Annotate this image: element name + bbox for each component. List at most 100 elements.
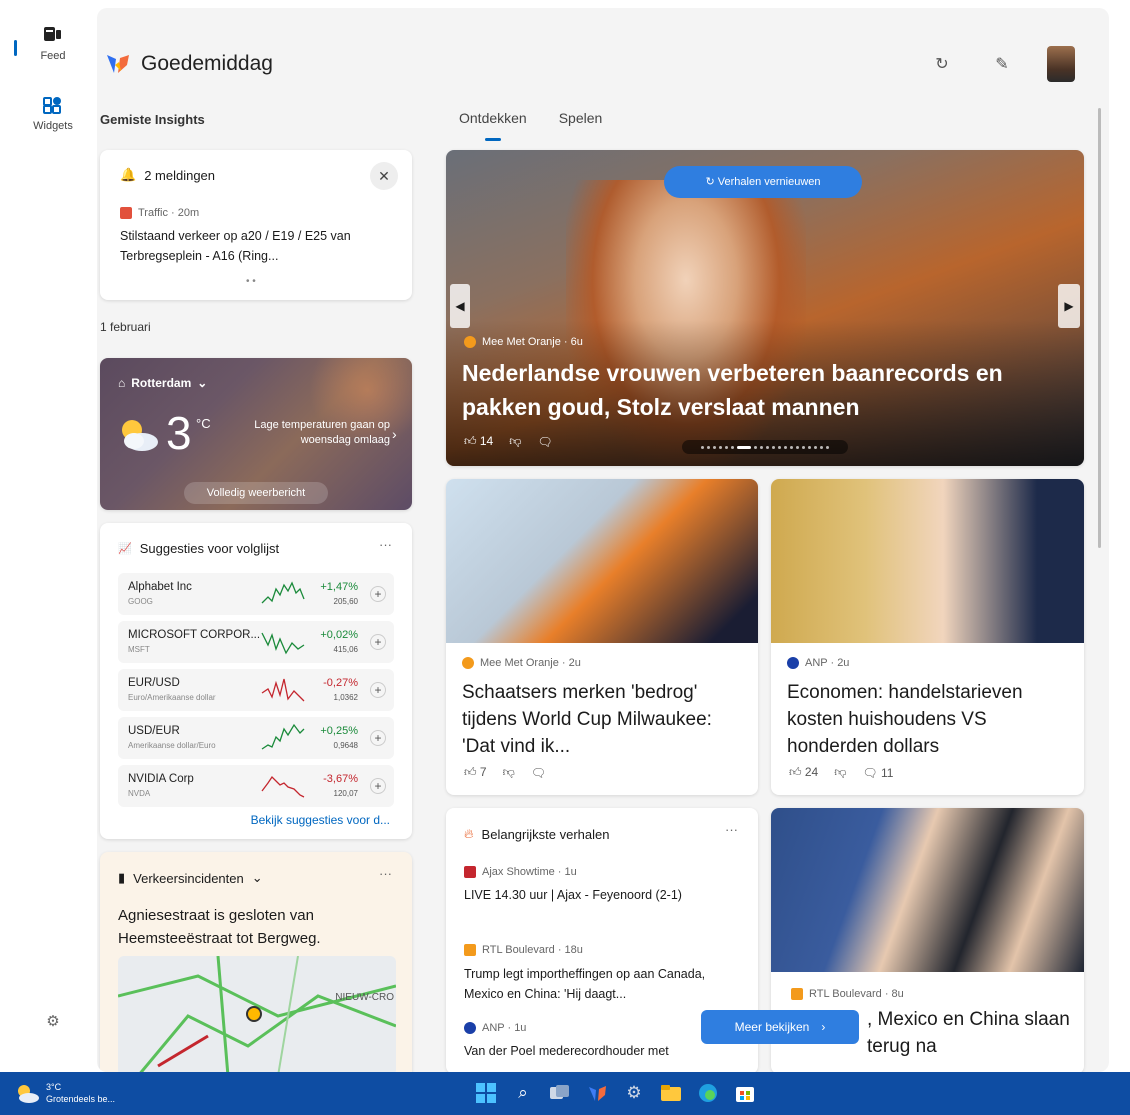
source-logo-icon — [462, 657, 474, 669]
carousel-dot[interactable] — [701, 445, 704, 449]
carousel-dot[interactable] — [802, 445, 805, 449]
store-button[interactable] — [733, 1081, 757, 1105]
carousel-dot[interactable] — [814, 445, 817, 449]
chevron-left-icon: ◀ — [455, 299, 465, 313]
stock-row[interactable]: NVIDIA Corp NVDA -3,67% 120,07 + — [118, 765, 394, 807]
carousel-prev-button[interactable]: ◀ — [450, 284, 470, 328]
traffic-text: Agniesestraat is gesloten van Heemsteeës… — [118, 907, 321, 947]
hero-title[interactable]: Nederlandse vrouwen verbeteren baanrecor… — [462, 356, 1062, 424]
carousel-dot[interactable] — [731, 445, 734, 449]
traffic-card[interactable]: ▮ Verkeersincidenten ⌄ ··· Agniesestraat… — [100, 852, 412, 1072]
widgets-taskbar-button[interactable] — [585, 1081, 609, 1105]
traffic-map[interactable]: NIEUW-CRO — [118, 956, 396, 1072]
like-button[interactable]: 👍︎ 24 — [789, 765, 818, 780]
carousel-dot[interactable] — [790, 445, 793, 449]
watchlist-link[interactable]: Bekijk suggesties voor d... — [251, 813, 390, 827]
settings-button[interactable]: ⚙ — [28, 1012, 78, 1030]
dislike-button[interactable]: 👎︎ — [509, 434, 521, 449]
comment-icon: 🗨︎ — [537, 434, 553, 449]
refresh-button[interactable]: ↻ — [927, 49, 957, 79]
rail-widgets[interactable]: Widgets — [28, 96, 78, 132]
top-stories-more-button[interactable]: ··· — [725, 822, 738, 837]
stock-row[interactable]: Alphabet Inc GOOG +1,47% 205,60 + — [118, 573, 394, 615]
plus-icon: + — [374, 779, 382, 793]
carousel-dot[interactable] — [754, 445, 757, 449]
carousel-dot[interactable] — [707, 445, 710, 449]
carousel-dot[interactable] — [796, 445, 799, 449]
like-button[interactable]: 👍︎ 7 — [464, 765, 487, 780]
dislike-button[interactable]: 👎︎ — [834, 765, 846, 780]
more-button[interactable]: Meer bekijken › — [701, 1010, 859, 1044]
watchlist-more-button[interactable]: ··· — [379, 537, 392, 552]
add-to-watchlist-button[interactable]: + — [370, 730, 386, 746]
avatar[interactable] — [1047, 46, 1075, 82]
story-item[interactable]: Ajax Showtime · 1u LIVE 14.30 uur | Ajax… — [464, 866, 744, 904]
hero-card[interactable]: ↻ Verhalen vernieuwen ◀ ▶ Mee Met Oranje… — [446, 150, 1084, 466]
comment-icon: 🗨︎ — [862, 765, 881, 780]
news-card-1[interactable]: Mee Met Oranje · 2u Schaatsers merken 'b… — [446, 479, 758, 795]
stock-name: MICROSOFT CORPOR... — [128, 629, 261, 641]
stock-row[interactable]: MICROSOFT CORPOR... MSFT +0,02% 415,06 + — [118, 621, 394, 663]
comment-button[interactable]: 🗨︎ 11 — [862, 766, 893, 780]
news-card-2[interactable]: ANP · 2u Economen: handelstarieven koste… — [771, 479, 1084, 795]
add-to-watchlist-button[interactable]: + — [370, 682, 386, 698]
carousel-dot[interactable] — [766, 445, 769, 449]
task-view-button[interactable] — [548, 1081, 572, 1105]
close-button[interactable]: ✕ — [370, 162, 398, 190]
stock-ticker: Euro/Amerikaanse dollar — [128, 693, 216, 702]
settings-taskbar-button[interactable]: ⚙ — [622, 1081, 646, 1105]
card3-source: RTL Boulevard · 8u — [809, 988, 904, 1000]
refresh-stories-button[interactable]: ↻ Verhalen vernieuwen — [664, 166, 862, 198]
dislike-button[interactable]: 👎︎ — [503, 765, 515, 780]
traffic-more-button[interactable]: ··· — [379, 866, 392, 881]
weather-forecast: Lage temperaturen gaan op woensdag omlaa… — [254, 419, 390, 446]
add-to-watchlist-button[interactable]: + — [370, 586, 386, 602]
notifications-card[interactable]: 🔔 2 meldingen ✕ Traffic · 20m Stilstaand… — [100, 150, 412, 300]
edge-button[interactable] — [696, 1081, 720, 1105]
story-item[interactable]: RTL Boulevard · 18u Trump legt importhef… — [464, 944, 744, 1004]
tab-ontdekken[interactable]: Ontdekken — [459, 110, 527, 126]
carousel-dot[interactable] — [772, 445, 775, 449]
comment-button[interactable]: 🗨︎ — [531, 766, 546, 780]
explorer-button[interactable] — [659, 1081, 683, 1105]
scrollbar[interactable] — [1098, 108, 1101, 548]
taskbar-condition: Grotendeels be... — [46, 1094, 116, 1104]
full-forecast-button[interactable]: Volledig weerbericht — [184, 482, 328, 504]
stock-row[interactable]: EUR/USD Euro/Amerikaanse dollar -0,27% 1,03… — [118, 669, 394, 711]
chevron-right-icon: › — [392, 426, 397, 442]
carousel-dot[interactable] — [808, 445, 811, 449]
tab-spelen[interactable]: Spelen — [559, 110, 603, 126]
carousel-dot[interactable] — [760, 445, 763, 449]
story-text: Trump legt importheffingen op aan Canada… — [464, 967, 706, 1001]
carousel-dot[interactable] — [719, 445, 722, 449]
weather-location[interactable]: ⌂ Rotterdam ⌄ — [118, 376, 207, 390]
carousel-dot[interactable] — [737, 445, 751, 449]
carousel-dot[interactable] — [820, 445, 823, 449]
dislike-icon: 👎︎ — [834, 765, 847, 779]
stock-row[interactable]: USD/EUR Amerikaanse dollar/Euro +0,25% 0,96… — [118, 717, 394, 759]
rail-feed[interactable]: Feed — [28, 26, 78, 62]
comment-button[interactable]: 🗨︎ — [537, 435, 552, 449]
carousel-next-button[interactable]: ▶ — [1058, 284, 1080, 328]
add-to-watchlist-button[interactable]: + — [370, 778, 386, 794]
carousel-dot[interactable] — [826, 445, 829, 449]
weather-city: Rotterdam — [131, 376, 192, 390]
add-to-watchlist-button[interactable]: + — [370, 634, 386, 650]
comment-icon: 🗨︎ — [530, 765, 546, 780]
search-button[interactable]: ⌕ — [511, 1081, 535, 1105]
feed-tabs: Ontdekken Spelen — [459, 110, 602, 126]
carousel-dot[interactable] — [778, 445, 781, 449]
personalize-button[interactable]: ✎ — [987, 49, 1017, 79]
carousel-dot[interactable] — [713, 445, 716, 449]
start-button[interactable] — [474, 1081, 498, 1105]
carousel-dot[interactable] — [725, 445, 728, 449]
stock-ticker: NVDA — [128, 789, 151, 798]
source-logo-icon — [464, 944, 476, 956]
like-button[interactable]: 👍︎ 14 — [464, 434, 493, 449]
weather-card[interactable]: ⌂ Rotterdam ⌄ 3 °C Lage temperaturen gaa… — [100, 358, 412, 510]
stock-change: +0,25% — [320, 725, 358, 737]
carousel-dot[interactable] — [784, 445, 787, 449]
map-roads — [118, 956, 396, 1072]
greeting-title: Goedemiddag — [141, 52, 273, 75]
taskbar-weather[interactable]: 3°C Grotendeels be... — [14, 1081, 115, 1105]
